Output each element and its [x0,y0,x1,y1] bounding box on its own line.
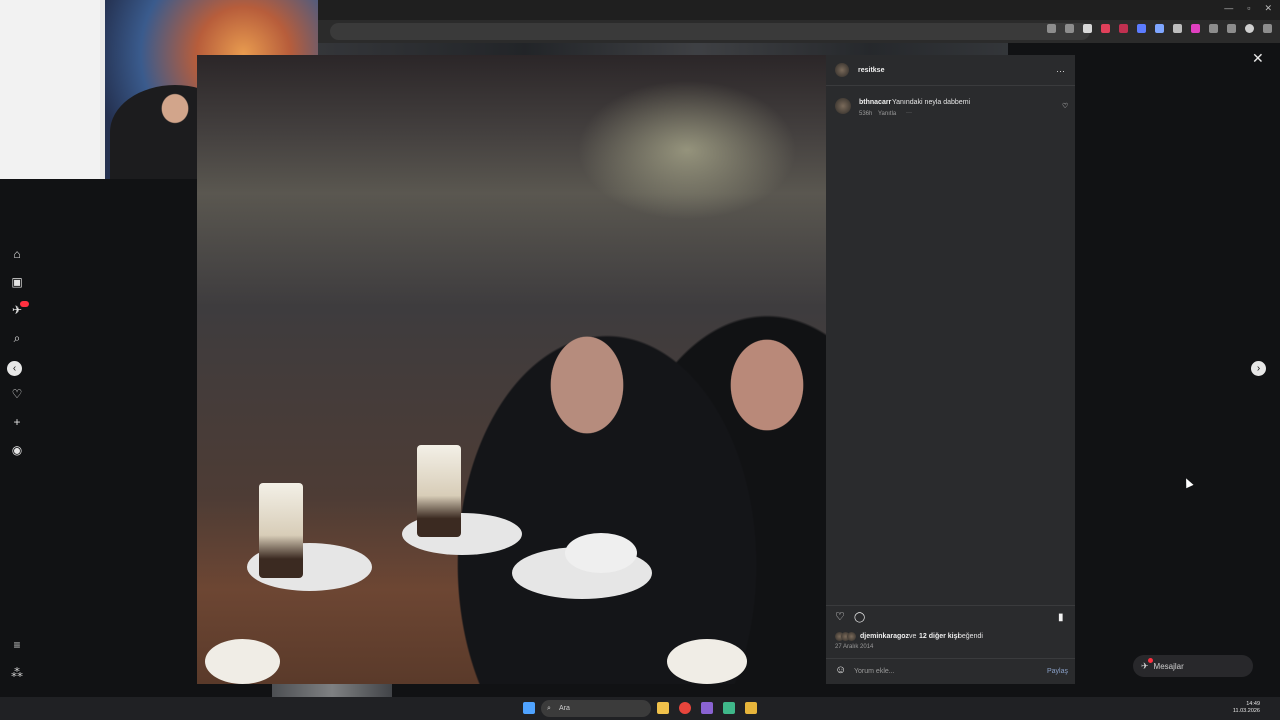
header-divider [826,85,1075,86]
extension-icon[interactable] [1155,24,1164,33]
comment-input[interactable]: Yorum ekle... [854,668,895,675]
likes-others[interactable]: 12 diğer kişi [919,633,959,640]
comment-like-icon[interactable]: ♡ [1062,101,1068,112]
coffee-cup [205,639,280,684]
search-icon[interactable]: ⌕ [10,331,24,345]
latte-glass [417,445,461,537]
maximize-icon[interactable]: ▫ [1247,3,1250,14]
file-explorer-icon[interactable] [657,702,669,714]
threads-icon[interactable]: ⁂ [10,666,24,680]
like-icon[interactable]: ♡ [835,612,845,623]
reply-button[interactable]: Yanıtla [878,111,896,117]
windows-start-icon[interactable] [523,702,535,714]
clock-time: 14:49 [1246,701,1260,707]
taskbar-search-label: Ara [559,705,570,712]
profile-icon[interactable]: ◉ [10,443,24,457]
search-icon: ⌕ [547,705,551,712]
messenger-icon: ✈ [1141,660,1149,671]
profile-avatar[interactable] [1245,24,1254,33]
minimize-icon[interactable]: — [1224,3,1233,14]
likes-suffix: beğendi [958,633,983,640]
extension-icon[interactable] [1119,24,1128,33]
post-panel: resitkse ··· bthnacarr Yanındaki neyla d… [826,55,1075,684]
post-date: 27 Aralık 2014 [835,644,874,650]
window-light [577,80,797,220]
likes-and: ve [909,633,917,640]
comment-icon[interactable]: ◯ [854,612,865,623]
share-button[interactable]: Paylaş [1047,668,1068,675]
extension-icon[interactable] [1191,24,1200,33]
window-controls: — ▫ ✕ [1224,3,1272,14]
extension-icon[interactable] [1137,24,1146,33]
owner-avatar[interactable] [835,63,849,77]
background-post-strip-bottom [272,684,392,697]
home-icon[interactable]: ⌂ [10,247,24,261]
comment-more-icon[interactable]: ··· [906,110,912,116]
close-icon[interactable]: ✕ [1252,50,1264,67]
heart-icon[interactable]: ♡ [10,387,24,401]
liked-by-username[interactable]: djeminkaragoz [860,633,909,640]
owner-username[interactable]: resitkse [858,67,884,74]
more-options-icon[interactable]: ··· [1056,66,1065,76]
comment-box-divider [826,658,1075,659]
address-bar[interactable] [330,23,1090,40]
reading-list-icon[interactable] [1227,24,1236,33]
browser-menu-icon[interactable] [1263,24,1272,33]
previous-post-button[interactable]: ‹ [7,361,22,376]
chrome-icon[interactable] [679,702,691,714]
coffee-cup [565,533,637,573]
taskbar-search[interactable]: ⌕ Ara [541,700,651,717]
app-icon[interactable] [745,702,757,714]
coffee-cup [667,639,747,684]
extension-icon[interactable] [1101,24,1110,33]
background-post-strip [318,43,1008,55]
extension-icon[interactable] [1173,24,1182,33]
app-icon[interactable] [701,702,713,714]
extensions-puzzle-icon[interactable] [1209,24,1218,33]
window-close-icon[interactable]: ✕ [1264,3,1272,14]
extension-icon[interactable] [1083,24,1092,33]
cast-icon[interactable] [1047,24,1056,33]
system-clock[interactable]: 14:49 11.03.2026 [1233,701,1260,715]
messages-badge [1148,658,1153,663]
clock-date: 11.03.2026 [1232,708,1260,714]
actions-divider [826,605,1075,606]
post-photo[interactable] [197,55,826,684]
comment-age: 536h [859,111,873,117]
latte-glass [259,483,303,578]
messages-label: Mesajlar [1153,661,1184,671]
bookmark-star-icon[interactable] [1065,24,1074,33]
liker-avatar [847,632,856,641]
taskbar: ⌕ Ara 14:49 11.03.2026 [0,697,1280,720]
more-menu-icon[interactable]: ≡ [10,638,24,652]
notification-badge [20,301,29,307]
comment-username[interactable]: bthnacarr [859,99,891,106]
save-icon[interactable]: ▮ [1058,612,1064,623]
reels-icon[interactable]: ▣ [10,275,24,289]
extensions-row [1047,24,1272,33]
screen: — ▫ ✕ ⌂ ▣ ✈ ⌕ ‹ ♡ + ◉ ≡ ⁂ resitkse ··· b… [0,0,1280,720]
emoji-icon[interactable]: ☺ [835,665,846,676]
next-post-button[interactable]: › [1251,361,1266,376]
create-icon[interactable]: + [10,415,24,429]
app-icon[interactable] [723,702,735,714]
commenter-avatar[interactable] [835,98,851,114]
comment-text: Yanındaki neyla dabbemi [892,99,971,106]
